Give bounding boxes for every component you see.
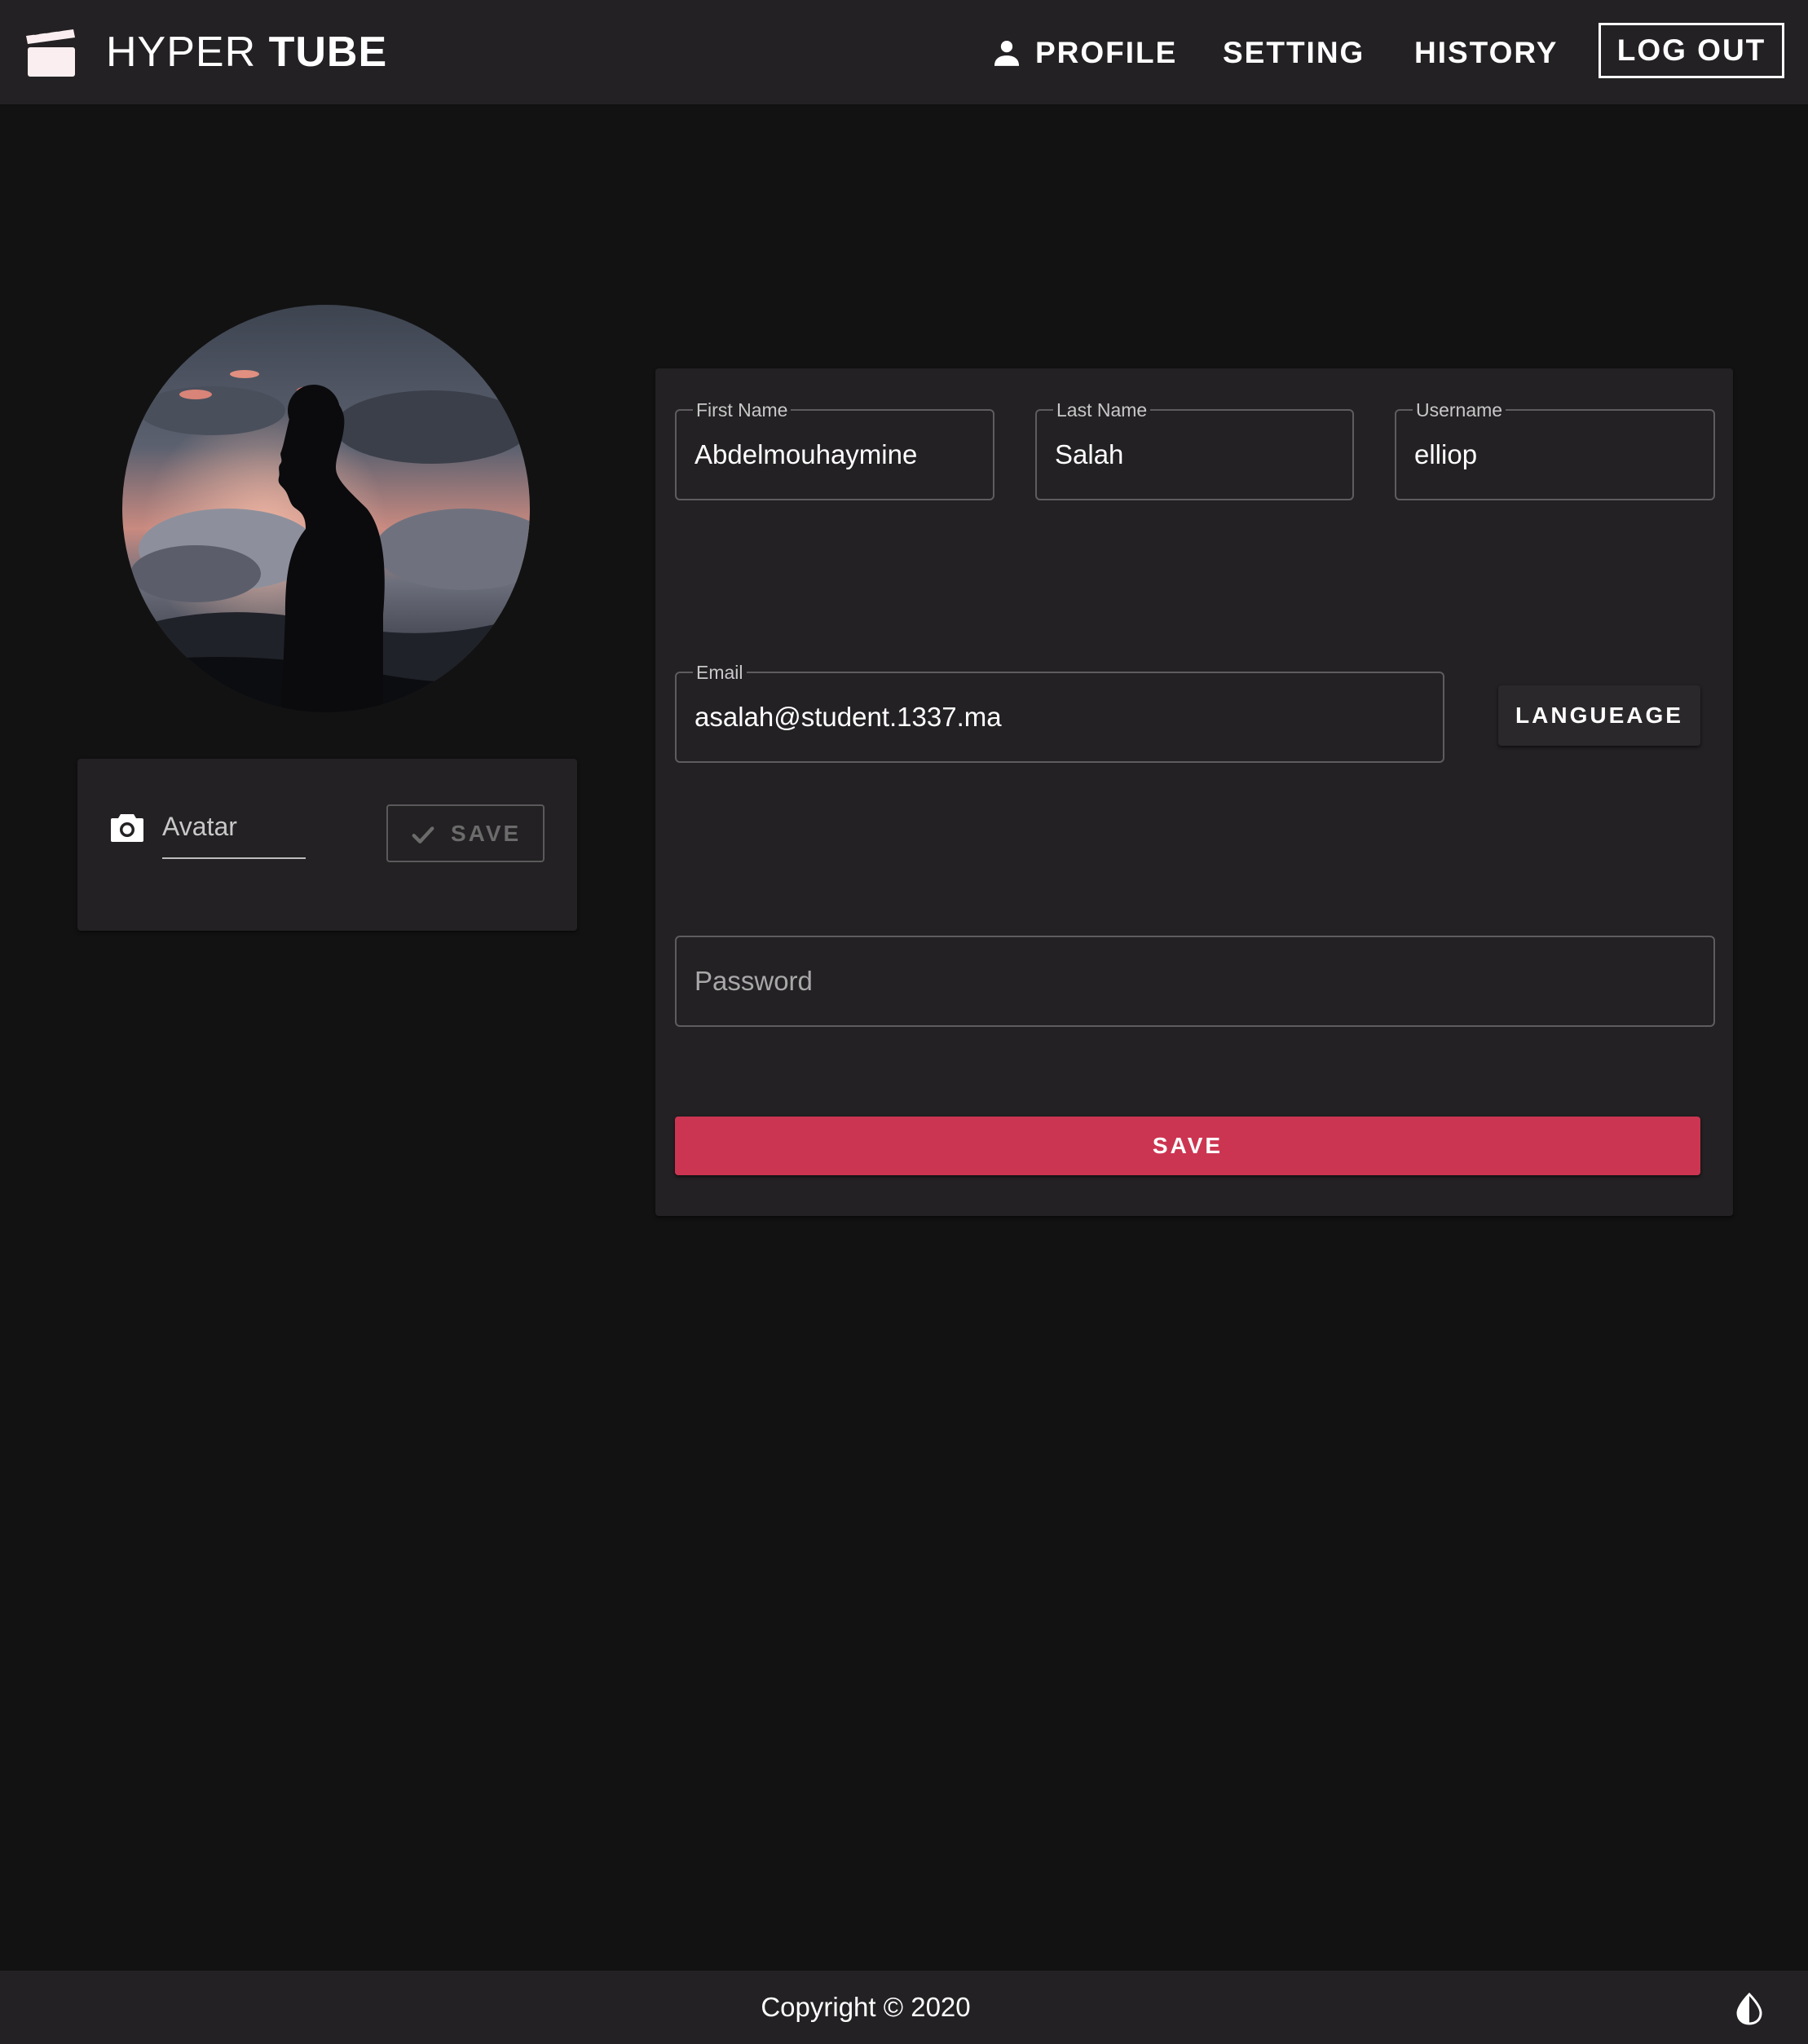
copyright-text: Copyright © 2020 (761, 1992, 971, 2022)
last-name-field[interactable]: Last Name Salah (1035, 399, 1354, 500)
app-title[interactable]: HYPER TUBE (106, 24, 387, 80)
nav-setting[interactable]: SETTING (1223, 28, 1365, 78)
logout-button[interactable]: LOG OUT (1599, 23, 1784, 78)
profile-form: First Name Abdelmouhaymine Last Name Sal… (655, 368, 1733, 1216)
nav-profile-label: PROFILE (1035, 36, 1178, 69)
language-button[interactable]: LANGUEAGE (1498, 685, 1700, 746)
camera-icon[interactable] (110, 812, 144, 843)
avatar-input-label: Avatar (162, 812, 237, 841)
username-field[interactable]: Username elliop (1395, 399, 1715, 500)
check-icon (412, 826, 434, 844)
clapperboard-icon[interactable] (26, 28, 77, 78)
avatar-upload-card: Avatar SAVE (77, 759, 577, 931)
brand-light-text: HYPER (106, 29, 257, 76)
first-name-field[interactable]: First Name Abdelmouhaymine (675, 399, 994, 500)
avatar-save-button: SAVE (386, 804, 545, 862)
avatar-save-label: SAVE (451, 821, 522, 846)
person-icon (994, 40, 1020, 66)
avatar (122, 305, 530, 712)
password-placeholder: Password (695, 966, 813, 996)
password-field[interactable]: Password (675, 936, 1715, 1027)
avatar-image (122, 305, 530, 712)
email-field[interactable]: Email asalah@student.1337.ma (675, 662, 1444, 763)
avatar-file-input[interactable]: Avatar (162, 804, 306, 859)
email-value: asalah@student.1337.ma (695, 702, 1002, 732)
brand-bold-text: TUBE (268, 29, 388, 76)
username-value: elliop (1414, 439, 1478, 469)
nav-history[interactable]: HISTORY (1414, 28, 1558, 78)
footer: Copyright © 2020 (0, 1971, 1808, 2044)
last-name-value: Salah (1055, 439, 1124, 469)
contrast-drop-icon[interactable] (1735, 1993, 1764, 2025)
first-name-value: Abdelmouhaymine (695, 439, 918, 469)
save-button[interactable]: SAVE (675, 1117, 1700, 1175)
top-app-bar: HYPER TUBE PROFILE SETTING HISTORY LOG O… (0, 0, 1808, 104)
